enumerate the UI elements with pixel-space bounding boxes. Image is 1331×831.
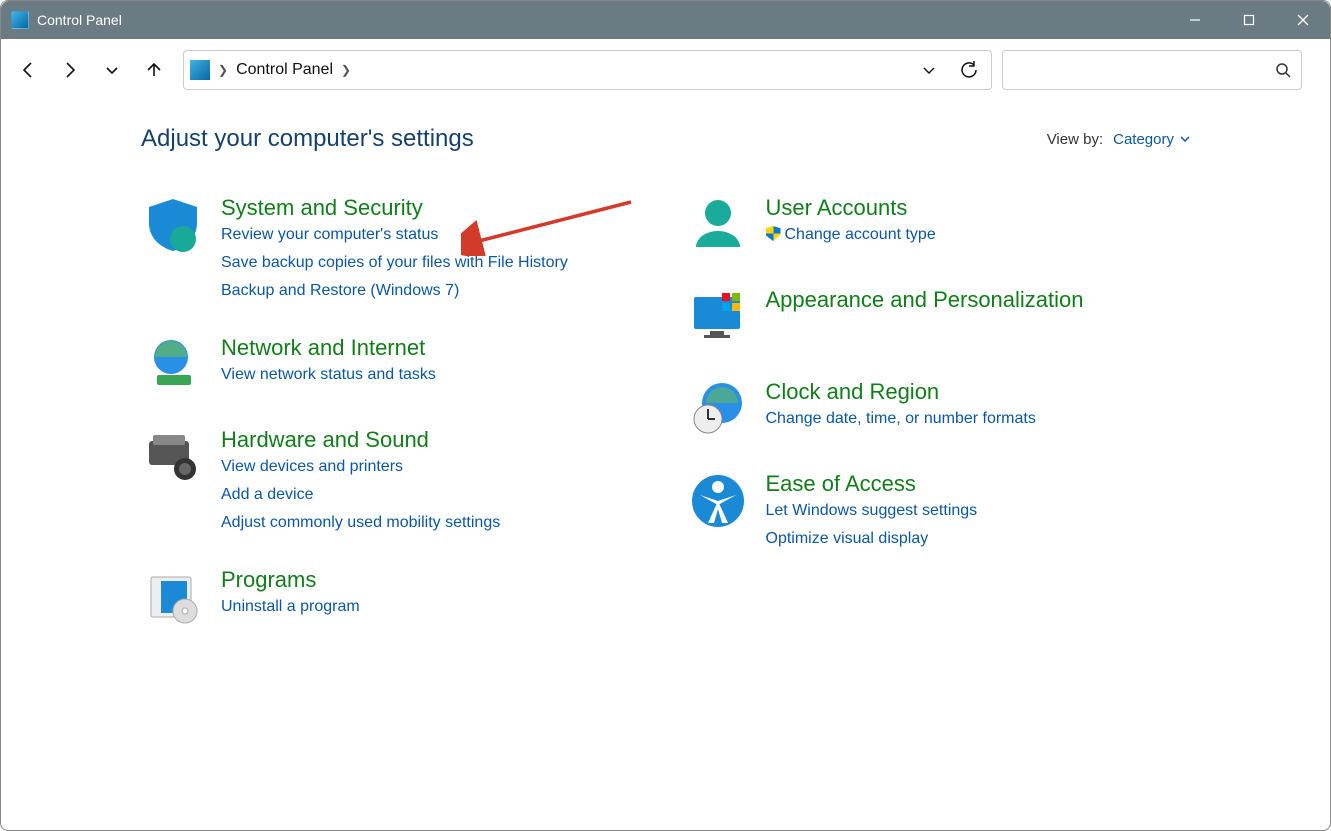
chevron-right-icon[interactable]: ❯ — [341, 63, 351, 77]
accessibility-icon — [686, 469, 750, 533]
category-link[interactable]: Uninstall a program — [221, 593, 360, 621]
view-by-dropdown[interactable]: Category — [1113, 131, 1190, 148]
programs-disc-icon — [141, 565, 205, 629]
category-link[interactable]: Let Windows suggest settings — [766, 497, 978, 525]
category-title[interactable]: Appearance and Personalization — [766, 287, 1084, 312]
clock-globe-icon — [686, 377, 750, 441]
category-title[interactable]: Programs — [221, 567, 316, 592]
category-link[interactable]: View network status and tasks — [221, 361, 436, 389]
category-system-security: System and Security Review your computer… — [141, 193, 646, 305]
recent-locations-button[interactable] — [93, 51, 131, 89]
up-button[interactable] — [135, 51, 173, 89]
close-button[interactable] — [1276, 1, 1330, 39]
control-panel-icon — [190, 60, 210, 80]
titlebar: Control Panel — [1, 1, 1330, 39]
view-by: View by: Category — [1047, 131, 1190, 148]
category-programs: Programs Uninstall a program — [141, 565, 646, 629]
page-title: Adjust your computer's settings — [141, 125, 474, 153]
toolbar: ❯ Control Panel ❯ — [1, 39, 1330, 101]
category-link[interactable]: Save backup copies of your files with Fi… — [221, 249, 568, 277]
category-link[interactable]: Review your computer's status — [221, 221, 568, 249]
category-link[interactable]: Optimize visual display — [766, 525, 978, 553]
search-icon — [1275, 62, 1291, 78]
category-clock-region: Clock and Region Change date, time, or n… — [686, 377, 1191, 441]
window-title: Control Panel — [37, 12, 122, 28]
category-ease-of-access: Ease of Access Let Windows suggest setti… — [686, 469, 1191, 553]
printer-camera-icon — [141, 425, 205, 489]
category-title[interactable]: User Accounts — [766, 195, 908, 220]
category-link[interactable]: Change date, time, or number formats — [766, 405, 1036, 433]
chevron-down-icon — [1180, 134, 1190, 144]
breadcrumb-item[interactable]: Control Panel — [236, 61, 333, 79]
category-hardware-sound: Hardware and Sound View devices and prin… — [141, 425, 646, 537]
address-bar[interactable]: ❯ Control Panel ❯ — [183, 50, 992, 90]
monitor-icon — [686, 285, 750, 349]
view-by-label: View by: — [1047, 131, 1103, 148]
uac-shield-icon — [766, 226, 781, 241]
back-button[interactable] — [9, 51, 47, 89]
category-title[interactable]: Hardware and Sound — [221, 427, 429, 452]
category-title[interactable]: Ease of Access — [766, 471, 916, 496]
category-link[interactable]: Backup and Restore (Windows 7) — [221, 277, 568, 305]
address-history-button[interactable] — [913, 54, 945, 86]
category-link[interactable]: Add a device — [221, 481, 500, 509]
search-input[interactable] — [1002, 50, 1302, 90]
category-column-right: User Accounts Change account type — [686, 193, 1191, 657]
category-link[interactable]: Change account type — [766, 221, 936, 249]
refresh-button[interactable] — [953, 54, 985, 86]
category-title[interactable]: Clock and Region — [766, 379, 940, 404]
category-column-left: System and Security Review your computer… — [141, 193, 646, 657]
shield-icon — [141, 193, 205, 257]
content-area: Adjust your computer's settings View by:… — [1, 101, 1330, 657]
category-user-accounts: User Accounts Change account type — [686, 193, 1191, 257]
forward-button[interactable] — [51, 51, 89, 89]
user-icon — [686, 193, 750, 257]
globe-network-icon — [141, 333, 205, 397]
control-panel-icon — [11, 11, 29, 29]
category-network-internet: Network and Internet View network status… — [141, 333, 646, 397]
category-link[interactable]: View devices and printers — [221, 453, 500, 481]
category-title[interactable]: Network and Internet — [221, 335, 425, 360]
category-link[interactable]: Adjust commonly used mobility settings — [221, 509, 500, 537]
category-title[interactable]: System and Security — [221, 195, 423, 220]
category-appearance: Appearance and Personalization — [686, 285, 1191, 349]
chevron-right-icon[interactable]: ❯ — [218, 63, 228, 77]
minimize-button[interactable] — [1168, 1, 1222, 39]
maximize-button[interactable] — [1222, 1, 1276, 39]
